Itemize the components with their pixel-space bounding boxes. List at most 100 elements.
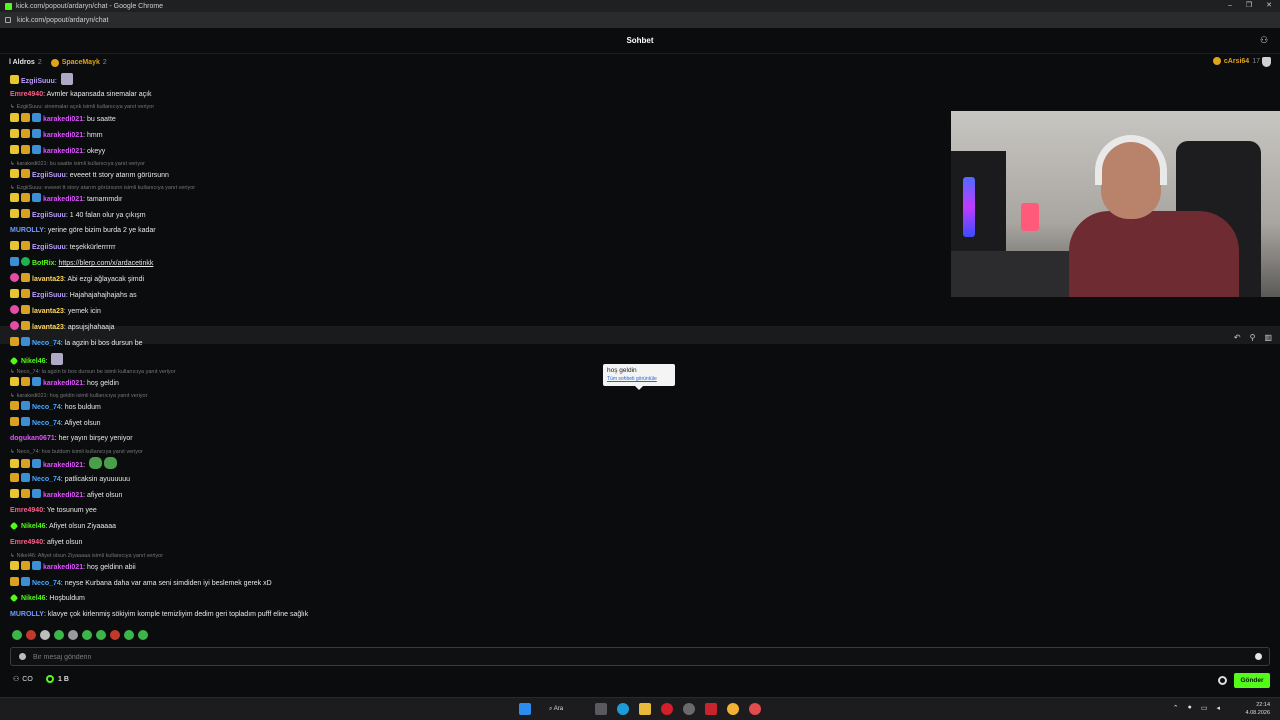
steam-icon[interactable]	[683, 703, 695, 715]
crown-badge-icon[interactable]	[21, 305, 30, 314]
sub-badge-icon[interactable]	[10, 289, 19, 298]
chat-username[interactable]: karakedi021	[43, 380, 83, 387]
chat-message[interactable]: karakedi021: afiyet olsun	[0, 489, 1280, 502]
crown-badge-icon[interactable]	[10, 401, 19, 410]
app-icon[interactable]	[749, 703, 761, 715]
reply-context[interactable]: ↳ karakedi021: hoş geldin isimli kullanıc…	[10, 393, 147, 399]
address-bar[interactable]: kick.com/popout/ardaryn/chat	[0, 12, 1280, 28]
reply-context[interactable]: ↳ Neco_74: hos buldum isimli kullanıcıya …	[10, 449, 143, 455]
crown-badge-icon[interactable]	[21, 129, 30, 138]
verified-badge-icon[interactable]	[32, 489, 41, 498]
chat-username[interactable]: Neco_74	[32, 420, 61, 427]
chat-username[interactable]: karakedi021	[43, 492, 83, 499]
sub-badge-icon[interactable]	[10, 209, 19, 218]
crown-badge-icon[interactable]	[21, 459, 30, 468]
crown-badge-icon[interactable]	[21, 289, 30, 298]
crown-badge-icon[interactable]	[21, 209, 30, 218]
network-icon[interactable]: ▭	[1201, 704, 1208, 712]
sub-badge-icon[interactable]	[10, 129, 19, 138]
microphone-icon[interactable]: ●	[1188, 704, 1192, 712]
gifter-entry[interactable]: l Aldros 2	[9, 59, 42, 66]
verified-badge-icon[interactable]	[21, 337, 30, 346]
kick-badge-icon[interactable]	[9, 521, 19, 531]
edge-icon[interactable]	[617, 703, 629, 715]
emote-icon[interactable]	[68, 630, 78, 640]
emote-icon[interactable]	[138, 630, 148, 640]
chat-username[interactable]: karakedi021	[43, 564, 83, 571]
task-view-icon[interactable]	[595, 703, 607, 715]
verified-badge-icon[interactable]	[32, 129, 41, 138]
kick-badge-icon[interactable]	[9, 593, 19, 603]
shield-icon[interactable]	[1262, 57, 1271, 67]
sub-badge-icon[interactable]	[10, 145, 19, 154]
crown-badge-icon[interactable]	[10, 337, 19, 346]
sub-badge-icon[interactable]	[10, 489, 19, 498]
reply-context[interactable]: ↳ EzgiiSuuu: eveeet tt story atarım görür…	[10, 185, 195, 191]
kick-badge-icon[interactable]	[9, 356, 19, 366]
user-badge-icon[interactable]	[19, 653, 26, 660]
chat-message[interactable]: lavanta23: apsujsjhahaaja	[0, 321, 1280, 334]
channel-points[interactable]: 1 B	[46, 675, 69, 683]
emote-icon[interactable]	[110, 630, 120, 640]
chat-message[interactable]: dogukan0671: her yayın birşey yeniyor	[0, 433, 1280, 445]
chat-message[interactable]: Neco_74: patlicaksin ayuuuuuu	[0, 473, 1280, 486]
crown-badge-icon[interactable]	[21, 561, 30, 570]
crown-badge-icon[interactable]	[21, 193, 30, 202]
crown-badge-icon[interactable]	[21, 145, 30, 154]
chrome-icon[interactable]	[727, 703, 739, 715]
emote-icon[interactable]	[96, 630, 106, 640]
chat-message[interactable]: lavanta23: yemek icin	[0, 305, 1280, 318]
chat-message[interactable]: Neco_74: la agzin bi bos dursun be	[0, 337, 1280, 350]
users-settings-icon[interactable]: ⚇	[1260, 36, 1270, 45]
emote-picker-icon[interactable]	[1255, 653, 1262, 660]
send-button[interactable]: Gönder	[1234, 673, 1270, 688]
sub-badge-icon[interactable]	[10, 561, 19, 570]
verified-badge-icon[interactable]	[32, 145, 41, 154]
chat-settings-gear-icon[interactable]	[1218, 676, 1227, 685]
pink-badge-icon[interactable]	[10, 305, 19, 314]
crown-badge-icon[interactable]	[21, 377, 30, 386]
chat-message-link[interactable]: https://blerp.com/x/ardacetinkk	[58, 260, 153, 267]
volume-icon[interactable]: ◂	[1216, 704, 1220, 712]
emote-icon[interactable]	[40, 630, 50, 640]
chat-username[interactable]: Emre4940	[10, 539, 43, 546]
chat-message-input[interactable]	[33, 650, 1233, 664]
chat-message[interactable]: Nikel46: Afiyet olsun Ziyaaaaa	[0, 521, 1280, 533]
emote-icon[interactable]	[12, 630, 22, 640]
chat-username[interactable]: EzgiiSuuu	[32, 292, 66, 299]
sub-badge-icon[interactable]	[10, 75, 19, 84]
chat-username[interactable]: EzgiiSuuu	[32, 212, 66, 219]
verified-badge-icon[interactable]	[21, 417, 30, 426]
chat-username[interactable]: lavanta23	[32, 276, 64, 283]
verified-badge-icon[interactable]	[21, 473, 30, 482]
viewer-info[interactable]: ⚇ CO	[13, 675, 33, 684]
sub-badge-icon[interactable]	[10, 193, 19, 202]
chat-username[interactable]: karakedi021	[43, 116, 83, 123]
chat-message[interactable]: MUROLLY: klavye çok kirlenmiş sökiyim ko…	[0, 609, 1280, 621]
crown-badge-icon[interactable]	[10, 473, 19, 482]
sub-badge-icon[interactable]	[10, 241, 19, 250]
reply-context[interactable]: ↳ Nikel46: Afiyet olsun Ziyaaaaa isimli k…	[10, 553, 163, 559]
crown-badge-icon[interactable]	[21, 169, 30, 178]
chat-username[interactable]: lavanta23	[32, 324, 64, 331]
pink-badge-icon[interactable]	[10, 273, 19, 282]
view-full-chat-link[interactable]: Tüm sohbeti görüntüle	[607, 376, 671, 382]
site-info-icon[interactable]	[5, 17, 11, 23]
verified-badge-icon[interactable]	[21, 577, 30, 586]
sub-badge-icon[interactable]	[10, 459, 19, 468]
file-explorer-icon[interactable]	[639, 703, 651, 715]
chat-message[interactable]: Neco_74: Afiyet olsun	[0, 417, 1280, 430]
verified-badge-icon[interactable]	[10, 257, 19, 266]
chat-message[interactable]: Emre4940: Ye tosunum yee	[0, 505, 1280, 517]
chat-username[interactable]: lavanta23	[32, 308, 64, 315]
reply-context[interactable]: ↳ karakedi021: bu saatte isimli kullanıcı…	[10, 161, 145, 167]
gifter-entry[interactable]: SpaceMayk 2	[50, 58, 107, 67]
opera-icon[interactable]	[661, 703, 673, 715]
crown-badge-icon[interactable]	[10, 577, 19, 586]
sub-badge-icon[interactable]	[10, 377, 19, 386]
close-window-button[interactable]: ✕	[1266, 0, 1272, 12]
crown-badge-icon[interactable]	[21, 113, 30, 122]
maximize-button[interactable]: ❐	[1246, 0, 1252, 12]
chat-username[interactable]: Neco_74	[32, 404, 61, 411]
chat-username[interactable]: Emre4940	[10, 507, 43, 514]
